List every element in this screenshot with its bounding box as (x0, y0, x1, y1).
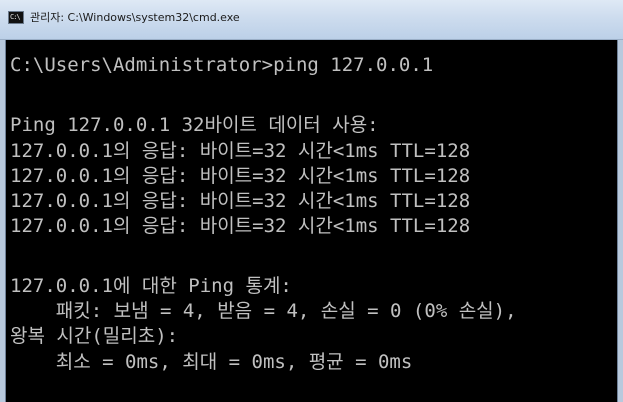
console-line-rtt-values: 최소 = 0ms, 최대 = 0ms, 평균 = 0ms (10, 351, 413, 373)
console-line-prompt: C:\Users\Administrator>ping 127.0.0.1 (10, 54, 434, 76)
cmd-icon-glyph: C:\ (10, 13, 21, 21)
console-line-packets: 패킷: 보냄 = 4, 받음 = 4, 손실 = 0 (0% 손실), (10, 300, 517, 322)
cmd-window: C:\ 관리자: C:\Windows\system32\cmd.exe C:\… (0, 0, 623, 402)
cmd-icon[interactable]: C:\ (8, 11, 24, 24)
console-line-stats-header: 127.0.0.1에 대한 Ping 통계: (10, 275, 292, 297)
console-line-reply: 127.0.0.1의 응답: 바이트=32 시간<1ms TTL=128 (10, 190, 471, 212)
console-line-reply: 127.0.0.1의 응답: 바이트=32 시간<1ms TTL=128 (10, 165, 471, 187)
console-line-rtt-header: 왕복 시간(밀리초): (10, 325, 179, 347)
title-bar[interactable]: C:\ 관리자: C:\Windows\system32\cmd.exe (0, 0, 623, 40)
console-line-reply: 127.0.0.1의 응답: 바이트=32 시간<1ms TTL=128 (10, 140, 471, 162)
console-line-ping-header: Ping 127.0.0.1 32바이트 데이터 사용: (10, 114, 379, 136)
console-line-reply: 127.0.0.1의 응답: 바이트=32 시간<1ms TTL=128 (10, 215, 471, 237)
window-title: 관리자: C:\Windows\system32\cmd.exe (30, 11, 240, 24)
console-output[interactable]: C:\Users\Administrator>ping 127.0.0.1 Pi… (6, 40, 617, 402)
window-frame-right[interactable] (617, 40, 623, 402)
